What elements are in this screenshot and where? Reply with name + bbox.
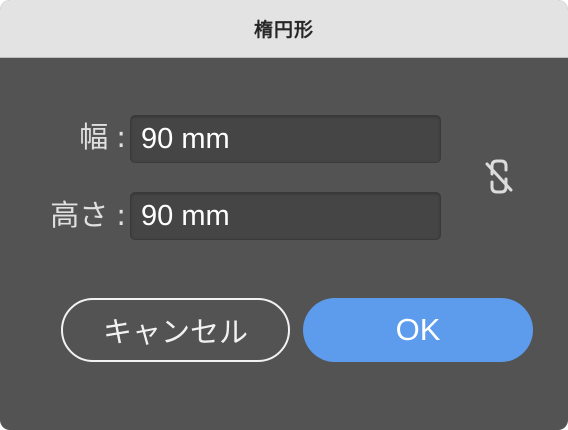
width-label-colon: :	[116, 120, 126, 154]
width-label: 幅	[79, 120, 109, 154]
height-input[interactable]	[130, 192, 441, 240]
height-label: 高さ	[50, 198, 109, 232]
height-label-group: 高さ:	[50, 197, 126, 233]
dialog-title: 楕円形	[253, 19, 314, 41]
dialog-titlebar[interactable]: 楕円形	[0, 0, 568, 58]
ok-button[interactable]: OK	[303, 298, 533, 362]
width-label-group: 幅:	[79, 119, 126, 155]
unlinked-chain-icon	[485, 159, 513, 194]
width-input[interactable]	[130, 115, 441, 163]
cancel-button[interactable]: キャンセル	[61, 298, 290, 362]
constrain-proportions-toggle[interactable]	[478, 156, 520, 198]
height-label-colon: :	[116, 198, 126, 232]
ellipse-dialog: 楕円形 幅: 高さ: キャンセル OK	[0, 0, 568, 430]
